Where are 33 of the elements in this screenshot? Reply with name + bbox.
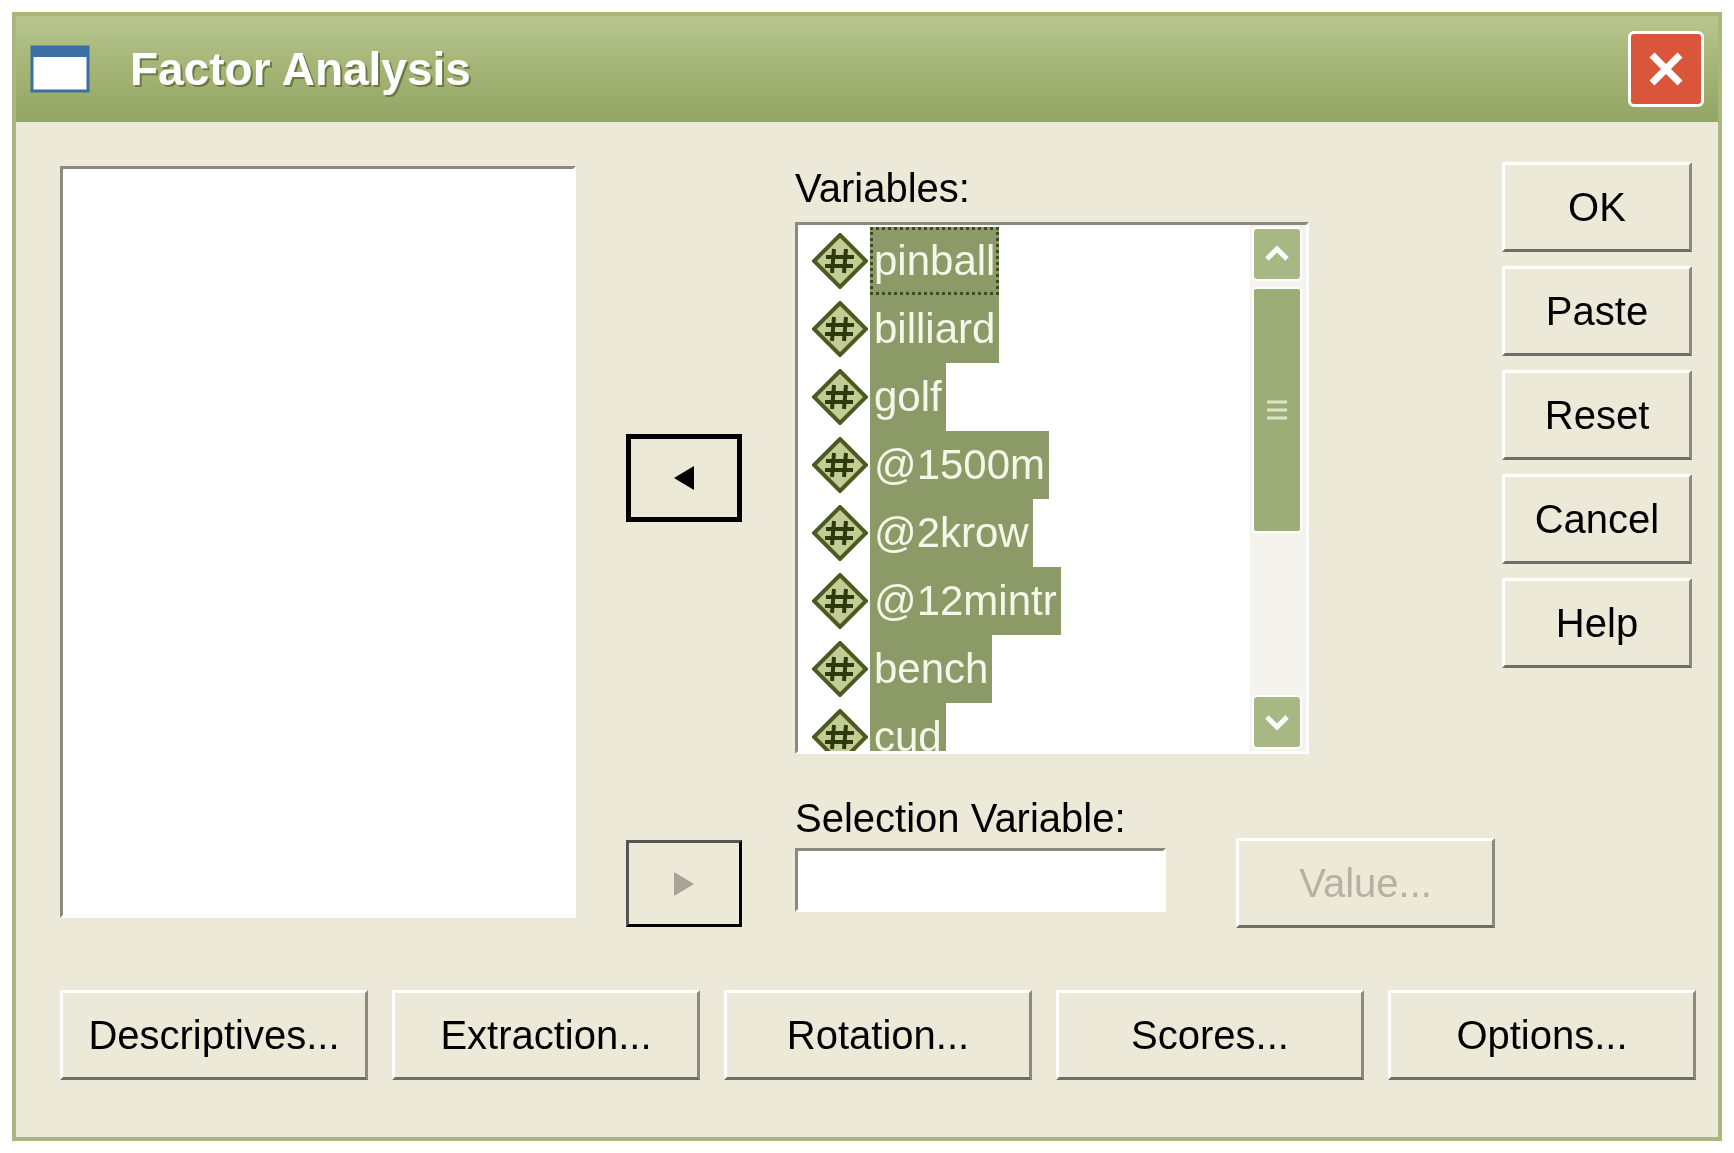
right-arrow-icon [674,871,694,896]
close-button[interactable] [1628,31,1704,107]
variables-label: Variables: [795,165,971,212]
numeric-variable-icon [812,369,868,425]
left-arrow-icon [674,466,694,490]
selection-variable-label: Selection Variable: [795,795,1127,842]
numeric-variable-icon [812,437,868,493]
dialog-button[interactable]: Descriptives... [60,990,368,1080]
numeric-variable-icon [812,709,868,751]
grip-icon [1267,399,1287,421]
dialog-button[interactable]: Rotation... [724,990,1032,1080]
scroll-down-icon[interactable] [1252,695,1302,749]
dialog-button[interactable]: Scores... [1056,990,1364,1080]
scrollbar[interactable] [1250,225,1306,751]
dialog-button[interactable]: OK [1502,162,1692,252]
numeric-variable-icon [812,233,868,289]
move-button[interactable] [626,434,742,522]
scroll-up-icon[interactable] [1252,227,1302,281]
dialog-button[interactable]: Options... [1388,990,1696,1080]
numeric-variable-icon [812,505,868,561]
dialog-button[interactable]: Reset [1502,370,1692,460]
dialog-button[interactable]: Cancel [1502,474,1692,564]
numeric-variable-icon [812,641,868,697]
numeric-variable-icon [812,573,868,629]
dialog-button[interactable]: Help [1502,578,1692,668]
dialog-button[interactable]: Extraction... [392,990,700,1080]
scroll-thumb[interactable] [1252,287,1302,533]
selection-variable-field[interactable] [795,848,1167,912]
dialog-button[interactable]: Paste [1502,266,1692,356]
window-title: Factor Analysis [130,41,471,97]
window-icon [30,45,90,93]
numeric-variable-icon [812,301,868,357]
move-button[interactable] [626,840,742,927]
